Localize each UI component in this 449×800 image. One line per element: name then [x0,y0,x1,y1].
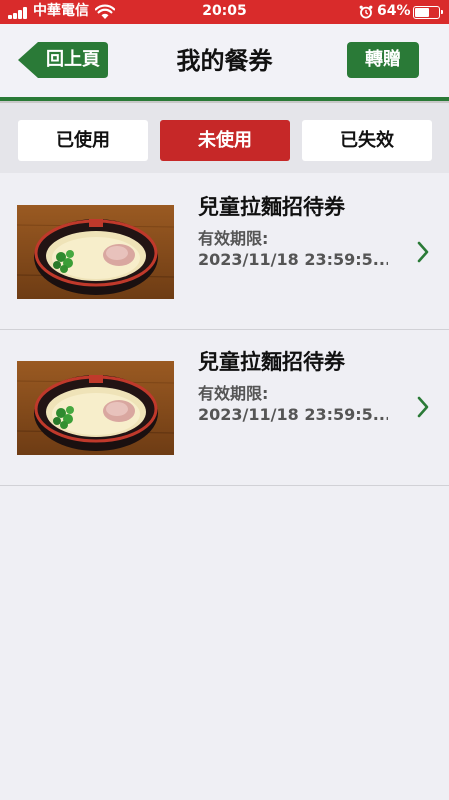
coupon-image [17,205,174,299]
chevron-right-icon [417,396,429,418]
coupon-item[interactable]: 兒童拉麵招待券 有效期限: 2023/11/18 23:59:5... [0,173,449,329]
coupon-name: 兒童拉麵招待券 [198,195,345,219]
coupon-validity-label: 有效期限: [198,229,269,248]
gift-button[interactable]: 轉贈 [347,42,419,78]
status-bar: 中華電信 20:05 64% [0,0,449,24]
battery-percent: 64% [377,3,411,19]
coupon-validity-label: 有效期限: [198,384,269,403]
coupon-name: 兒童拉麵招待券 [198,350,345,374]
chevron-right-icon [417,241,429,263]
coupon-validity-value: 2023/11/18 23:59:5... [198,405,388,424]
coupon-item[interactable]: 兒童拉麵招待券 有效期限: 2023/11/18 23:59:5... [0,330,449,486]
coupon-validity-value: 2023/11/18 23:59:5... [198,250,388,269]
coupon-image [17,361,174,455]
tab-used[interactable]: 已使用 [18,120,148,161]
nav-bar: 回上頁 我的餐券 轉贈 [0,24,449,98]
tab-bar: 已使用 未使用 已失效 [0,103,449,173]
row-divider [0,485,449,486]
battery-icon [413,6,443,19]
alarm-icon [359,5,373,19]
tab-unused[interactable]: 未使用 [160,120,290,161]
tab-expired[interactable]: 已失效 [302,120,432,161]
